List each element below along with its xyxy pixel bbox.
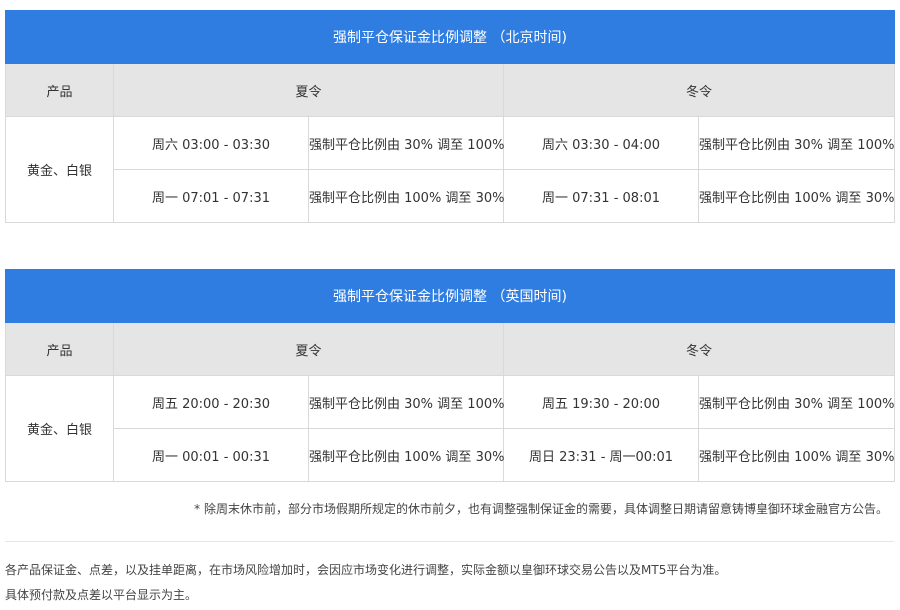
summer-adjust-cell: 强制平仓比例由 100% 调至 30%	[308, 169, 504, 223]
summer-time-cell: 周一 07:01 - 07:31	[113, 169, 309, 223]
header-summer: 夏令	[113, 322, 504, 376]
header-summer: 夏令	[113, 63, 504, 117]
table-row: 周一 00:01 - 00:31 强制平仓比例由 100% 调至 30% 周日 …	[6, 428, 895, 482]
winter-time-cell: 周一 07:31 - 08:01	[503, 169, 699, 223]
divider	[5, 541, 894, 542]
header-product: 产品	[5, 63, 114, 117]
table-row: 黄金、白银 周六 03:00 - 03:30 强制平仓比例由 30% 调至 10…	[5, 116, 895, 223]
summer-adjust-cell: 强制平仓比例由 30% 调至 100%	[308, 375, 504, 429]
winter-time-cell: 周日 23:31 - 周一00:01	[503, 428, 699, 482]
summer-time-cell: 周一 00:01 - 00:31	[113, 428, 309, 482]
winter-adjust-cell: 强制平仓比例由 30% 调至 100%	[698, 375, 895, 429]
winter-adjust-cell: 强制平仓比例由 100% 调至 30%	[698, 169, 895, 223]
table-row: 周一 07:01 - 07:31 强制平仓比例由 100% 调至 30% 周一 …	[6, 169, 895, 223]
header-winter: 冬令	[503, 322, 895, 376]
table-title: 强制平仓保证金比例调整 （英国时间)	[5, 269, 895, 323]
margin-table-beijing: 强制平仓保证金比例调整 （北京时间) 产品 夏令 冬令 黄金、白银 周六 03:…	[5, 10, 895, 223]
header-product: 产品	[5, 322, 114, 376]
summer-time-cell: 周六 03:00 - 03:30	[113, 116, 309, 170]
winter-adjust-cell: 强制平仓比例由 30% 调至 100%	[698, 116, 895, 170]
margin-table-uk: 强制平仓保证金比例调整 （英国时间) 产品 夏令 冬令 黄金、白银 周五 20:…	[5, 269, 895, 482]
summer-adjust-cell: 强制平仓比例由 100% 调至 30%	[308, 428, 504, 482]
winter-adjust-cell: 强制平仓比例由 100% 调至 30%	[698, 428, 895, 482]
disclaimer-text: 各产品保证金、点差，以及挂单距离，在市场风险增加时，会因应市场变化进行调整，实际…	[5, 563, 727, 577]
header-winter: 冬令	[503, 63, 895, 117]
disclaimer-text: 具体预付款及点差以平台显示为主。	[5, 588, 198, 602]
winter-time-cell: 周六 03:30 - 04:00	[503, 116, 699, 170]
table-row: 黄金、白银 周五 20:00 - 20:30 强制平仓比例由 30% 调至 10…	[5, 375, 895, 482]
winter-time-cell: 周五 19:30 - 20:00	[503, 375, 699, 429]
table-title: 强制平仓保证金比例调整 （北京时间)	[5, 10, 895, 64]
product-cell: 黄金、白银	[5, 375, 114, 482]
summer-time-cell: 周五 20:00 - 20:30	[113, 375, 309, 429]
product-cell: 黄金、白银	[5, 116, 114, 223]
summer-adjust-cell: 强制平仓比例由 30% 调至 100%	[308, 116, 504, 170]
footnote: * 除周末休市前，部分市场假期所规定的休市前夕，也有调整强制保证金的需要，具体调…	[194, 502, 888, 516]
